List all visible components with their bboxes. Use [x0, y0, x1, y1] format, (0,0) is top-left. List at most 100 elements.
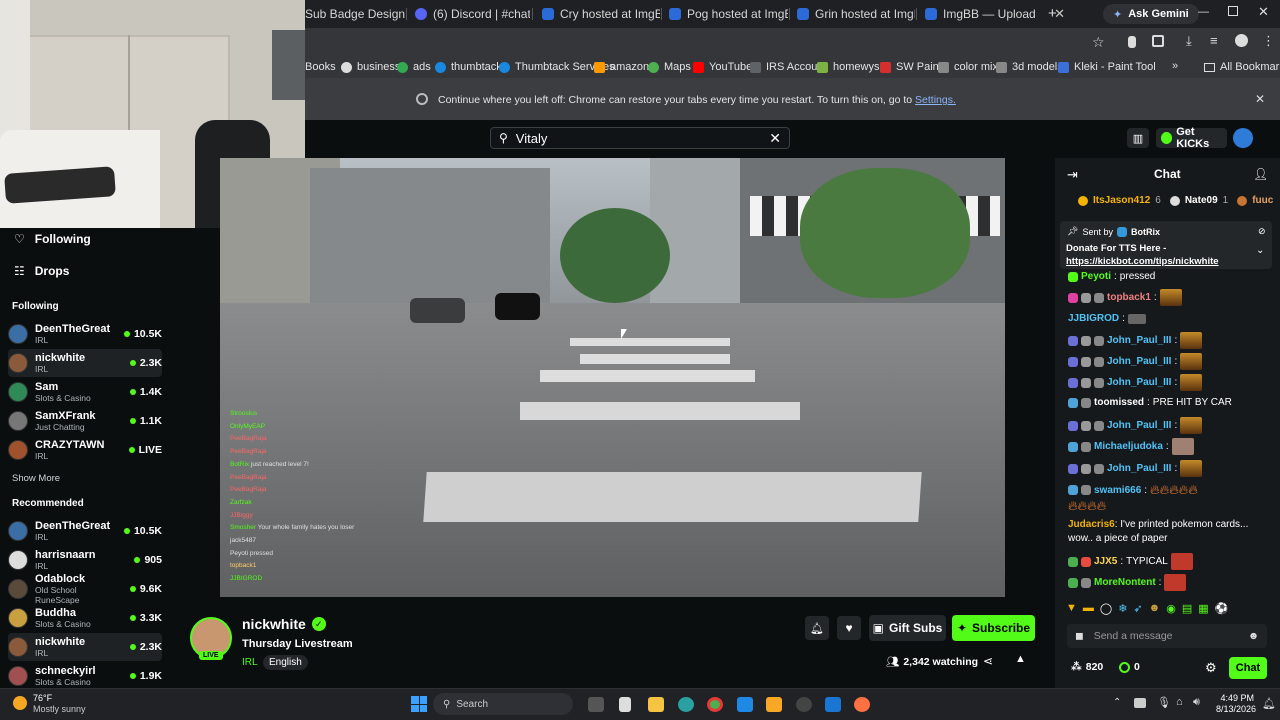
close-window-icon[interactable]: ✕	[1258, 4, 1269, 20]
channel-points[interactable]: 0	[1119, 661, 1140, 673]
app-icon[interactable]	[825, 697, 841, 712]
chat-username[interactable]: John_Paul_III	[1107, 377, 1171, 388]
star-icon[interactable]: ☆	[1092, 34, 1105, 51]
notification-bell-icon[interactable]: 🔔︎	[805, 616, 829, 640]
chat-username[interactable]: JJX5	[1094, 556, 1117, 567]
bookmark[interactable]: thumbtack	[435, 59, 502, 75]
unpin-icon[interactable]: ⊘	[1258, 226, 1266, 237]
chat-username[interactable]: John_Paul_III	[1107, 463, 1171, 474]
network-icon[interactable]: ⌂	[1176, 696, 1183, 708]
browser-tab[interactable]: Sub Badge Design Hel✕	[305, 4, 405, 24]
sidebar-channel[interactable]: Odablock Old School RuneScape 9.6K	[8, 573, 162, 605]
show-more-link[interactable]: Show More	[12, 473, 60, 484]
new-tab-icon[interactable]: +	[1048, 5, 1057, 22]
search-input[interactable]: ⚲ Vitaly ✕	[490, 127, 790, 149]
bookmark[interactable]: Kleki - Paint Tool	[1058, 59, 1156, 75]
chat-username[interactable]: JJBIGROD	[1068, 313, 1119, 324]
video-player[interactable]: Strooslus OnlyMyEAP PeeBagRaja PeeBagRaja B…	[220, 158, 1005, 597]
user-avatar[interactable]	[1233, 128, 1253, 148]
browser-tab[interactable]: Grin hosted at ImgBB✕	[797, 4, 915, 24]
emoji-icon[interactable]: ☻	[1248, 630, 1259, 642]
bookmark[interactable]: YouTube	[693, 59, 752, 75]
bookmark[interactable]: color mix	[938, 59, 998, 75]
maximize-icon[interactable]	[1228, 6, 1238, 16]
share-icon[interactable]: ⋖	[983, 654, 993, 668]
language-tag[interactable]: English	[263, 655, 308, 670]
emote-icon[interactable]: ❄	[1118, 602, 1127, 615]
extension-icon[interactable]	[1128, 36, 1136, 48]
bookmark[interactable]: Books	[305, 59, 336, 75]
chat-settings-icon[interactable]: ⚙	[1205, 660, 1217, 676]
tray-chevron-icon[interactable]: ⌃	[1113, 697, 1121, 708]
sidebar-channel[interactable]: harrisnaarn IRL 905	[8, 546, 162, 574]
sidebar-channel[interactable]: SamXFrank Just Chatting 1.1K	[8, 407, 162, 435]
chrome-taskbar-icon[interactable]	[707, 697, 723, 712]
weather-widget[interactable]: 76°F Mostly sunny	[33, 693, 86, 715]
bookmark[interactable]: SW Paint	[880, 59, 942, 75]
chat-username[interactable]: Michaeljudoka	[1094, 441, 1163, 452]
sidebar-channel[interactable]: Sam Slots & Casino 1.4K	[8, 378, 162, 406]
sidebar-channel[interactable]: nickwhite IRL 2.3K	[8, 633, 162, 661]
emote-icon[interactable]: ⚽	[1215, 602, 1229, 615]
sidebar-channel[interactable]: DeenTheGreat IRL 10.5K	[8, 320, 162, 348]
clock[interactable]: 4:49 PM 8/13/2026	[1216, 693, 1256, 715]
kicks-balance[interactable]: ⁂ 820	[1071, 661, 1103, 673]
sidebar-channel[interactable]: Buddha Slots & Casino 3.3K	[8, 604, 162, 632]
emote-icon[interactable]: ➶	[1133, 602, 1142, 615]
chat-username[interactable]: swami666	[1094, 485, 1141, 496]
app-icon[interactable]	[737, 697, 753, 712]
sidebar-channel[interactable]: nickwhite IRL 2.3K	[8, 349, 162, 377]
emote-icon[interactable]: ▤	[1182, 602, 1192, 615]
microphone-icon[interactable]: 🎙︎	[1157, 696, 1171, 709]
windows-start-icon[interactable]	[411, 696, 427, 712]
sidebar-channel[interactable]: schneckyirl Slots & Casino 1.9K	[8, 662, 162, 690]
report-icon[interactable]: ▲	[1015, 653, 1026, 665]
emote-icon[interactable]: ▬	[1083, 602, 1094, 614]
layout-toggle-icon[interactable]: ▥	[1127, 128, 1149, 148]
sidebar-channel[interactable]: CRAZYTAWN IRL LIVE	[8, 436, 162, 464]
taskbar-search[interactable]: ⚲ Search	[433, 693, 573, 715]
close-infobar-icon[interactable]: ✕	[1255, 92, 1265, 106]
bookmark[interactable]: amazon	[594, 59, 649, 75]
gifter-name[interactable]: Nate09	[1185, 195, 1218, 206]
bookmark[interactable]: IRS Account	[750, 59, 827, 75]
more-bookmarks-icon[interactable]: »	[1172, 60, 1178, 72]
app-icon[interactable]	[766, 697, 782, 712]
notifications-icon[interactable]: 🔔︎	[1262, 697, 1276, 710]
chat-username[interactable]: Peyoti	[1081, 271, 1111, 282]
volume-icon[interactable]: 🔊︎	[1193, 696, 1200, 709]
profile-icon[interactable]	[1235, 34, 1248, 47]
sidebar-channel[interactable]: DeenTheGreat IRL 10.5K	[8, 517, 162, 545]
ask-gemini-button[interactable]: ✦ Ask Gemini	[1103, 4, 1199, 24]
bookmark[interactable]: Maps	[648, 59, 691, 75]
browser-tab[interactable]: Pog hosted at ImgBB —✕	[669, 4, 788, 24]
bookmark[interactable]: 3d models	[996, 59, 1063, 75]
channel-title[interactable]: nickwhite ✓	[242, 616, 326, 632]
emote-icon[interactable]: ◯	[1100, 602, 1112, 615]
browser-tab[interactable]: ImgBB — Upload Imag✕	[925, 4, 1065, 24]
gifter-name[interactable]: fuuc	[1252, 195, 1273, 206]
gifter-name[interactable]: ItsJason412	[1093, 195, 1150, 206]
media-icon[interactable]: ≡	[1210, 33, 1218, 48]
settings-link[interactable]: Settings.	[915, 94, 956, 106]
clear-search-icon[interactable]: ✕	[769, 130, 781, 147]
app-icon[interactable]	[678, 697, 694, 712]
collapse-chat-icon[interactable]: ⇥	[1067, 167, 1078, 183]
all-bookmarks[interactable]: All Bookmarks	[1204, 59, 1280, 75]
chat-username[interactable]: John_Paul_III	[1107, 420, 1171, 431]
chat-username[interactable]: Judacris6	[1068, 519, 1115, 530]
menu-icon[interactable]: ⋮	[1262, 33, 1275, 49]
chat-input[interactable]: ◼ Send a message ☻	[1067, 624, 1267, 648]
bookmark[interactable]: business	[341, 59, 400, 75]
browser-tab[interactable]: Cry hosted at ImgBB —✕	[542, 4, 660, 24]
send-chat-button[interactable]: Chat	[1229, 657, 1267, 679]
category-link[interactable]: IRL	[242, 657, 258, 668]
emote-icon[interactable]: ▦	[1198, 602, 1208, 615]
chat-username[interactable]: topback1	[1107, 292, 1151, 303]
emote-icon[interactable]: ▼	[1066, 602, 1077, 614]
user-list-icon[interactable]: 👤︎	[1253, 167, 1268, 181]
download-icon[interactable]: ⤓	[1186, 33, 1192, 49]
tray-app-icon[interactable]	[1134, 698, 1146, 708]
file-explorer-icon[interactable]	[648, 697, 664, 712]
drops-nav[interactable]: ☷ Drops	[14, 264, 69, 278]
